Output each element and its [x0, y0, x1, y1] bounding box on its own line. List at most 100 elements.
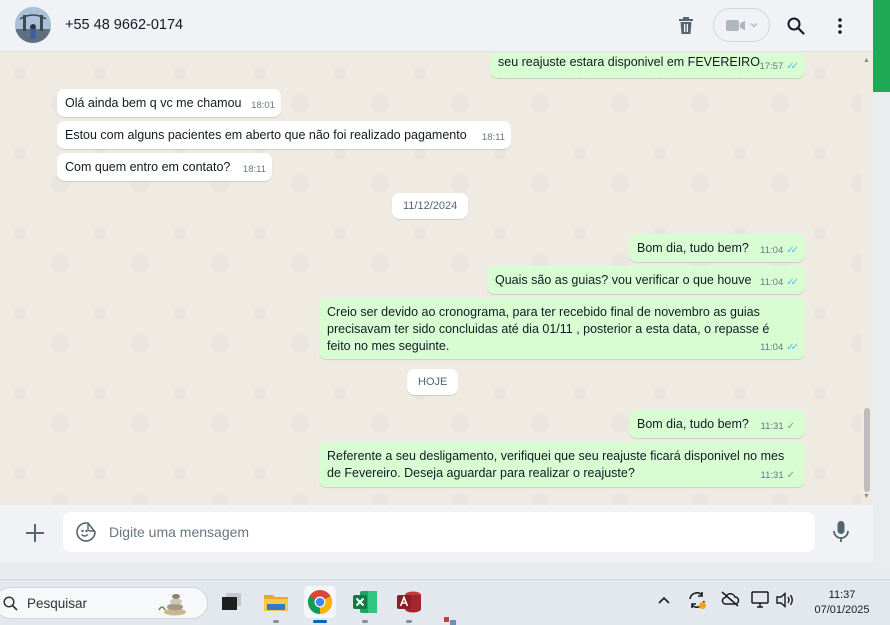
message-input[interactable] [109, 512, 799, 552]
double-check-delivered-icon: ✓ [786, 421, 795, 432]
message-meta: 11:31 ✓ [761, 418, 799, 435]
taskbar-search[interactable]: Pesquisar [0, 587, 208, 619]
video-call-button[interactable] [713, 8, 770, 42]
message-text: Referente a seu desligamento, verifiquei… [327, 449, 785, 480]
taskbar-task-view[interactable] [216, 586, 248, 618]
partial-app-icon [443, 614, 457, 625]
message-outgoing[interactable]: Bom dia, tudo bem? 11:04 ✓✓ [629, 234, 805, 262]
message-text: Bom dia, tudo bem? [637, 417, 749, 431]
chrome-icon [307, 590, 333, 614]
message-time: 17:57 [759, 61, 784, 72]
tray-sync[interactable] [687, 590, 707, 615]
speaker-icon [776, 591, 793, 609]
voice-message-button[interactable] [830, 520, 854, 546]
running-indicator [406, 620, 412, 623]
excel-icon [353, 591, 377, 613]
message-time: 18:11 [481, 132, 505, 143]
video-camera-icon [725, 19, 745, 31]
message-outgoing[interactable]: Bom dia, tudo bem? 11:31 ✓ [629, 410, 805, 438]
taskbar-clock[interactable]: 11:37 07/01/2025 [802, 588, 882, 618]
message-time: 11:04 [760, 342, 784, 353]
taskbar-access[interactable] [393, 586, 425, 623]
message-input-container [63, 512, 815, 552]
task-view-icon [222, 593, 241, 610]
menu-button[interactable] [826, 12, 854, 40]
chevron-up-icon [658, 596, 670, 604]
message-incoming[interactable]: Olá ainda bem q vc me chamou 18:01 [57, 89, 281, 117]
message-text: Com quem entro em contato? [65, 160, 231, 174]
message-meta: 17:57 ✓✓ [759, 58, 799, 75]
search-button[interactable] [782, 12, 810, 40]
scroll-down-arrow-icon[interactable]: ▼ [863, 493, 870, 500]
message-time: 11:31 [760, 470, 784, 481]
background-accent-strip [873, 0, 890, 92]
date-separator: HOJE [407, 369, 459, 395]
scroll-up-arrow-icon[interactable]: ▲ [863, 57, 870, 64]
sync-icon [689, 592, 706, 609]
message-incoming[interactable]: Com quem entro em contato? 18:11 [57, 153, 272, 181]
message-text: Quais são as guias? vou verificar o que … [495, 273, 752, 287]
message-meta: 11:31 ✓ [761, 467, 799, 484]
clock-time: 11:37 [828, 589, 856, 601]
contact-name[interactable]: +55 48 9662-0174 [65, 17, 183, 33]
stones-highlight-icon [158, 594, 186, 616]
tray-onedrive[interactable] [720, 591, 740, 612]
message-meta: 18:01 [251, 97, 275, 114]
message-meta: 11:04 ✓✓ [760, 274, 799, 291]
search-icon [787, 17, 805, 35]
message-text: Estou com alguns pacientes em aberto que… [65, 128, 467, 142]
message-outgoing[interactable]: seu reajuste estara disponivel em FEVERE… [490, 53, 805, 78]
tray-overflow-chevron[interactable] [657, 592, 671, 610]
double-check-read-icon: ✓✓ [786, 61, 799, 72]
access-icon [397, 591, 421, 613]
tray-volume[interactable] [775, 591, 795, 613]
message-meta: 11:04 ✓✓ [760, 242, 799, 259]
message-text: Olá ainda bem q vc me chamou [65, 96, 242, 110]
taskbar-excel[interactable] [349, 586, 381, 623]
contact-avatar[interactable] [15, 7, 51, 43]
sticker-smiley-icon [76, 522, 96, 542]
running-indicator [362, 620, 368, 623]
message-outgoing[interactable]: Creio ser devido ao cronograma, para ter… [319, 298, 805, 359]
scrollbar-thumb[interactable] [864, 408, 870, 492]
message-outgoing[interactable]: Quais são as guias? vou verificar o que … [487, 266, 805, 294]
window-bottom-edge [0, 562, 890, 579]
search-icon [3, 596, 18, 611]
trash-icon [679, 17, 693, 34]
delete-button[interactable] [672, 12, 700, 40]
double-check-read-icon: ✓✓ [786, 245, 799, 256]
message-text: seu reajuste estara disponivel em FEVERE… [498, 55, 760, 69]
running-indicator [273, 620, 279, 623]
folder-icon [264, 595, 288, 611]
message-incoming[interactable]: Estou com alguns pacientes em aberto que… [57, 121, 511, 149]
message-list[interactable]: seu reajuste estara disponivel em FEVERE… [0, 53, 862, 505]
tray-network[interactable] [751, 591, 769, 614]
double-check-read-icon: ✓✓ [786, 342, 799, 353]
chevron-down-icon [750, 23, 757, 28]
active-indicator [313, 620, 327, 623]
taskbar-chrome[interactable] [304, 586, 336, 623]
message-time: 18:01 [251, 100, 275, 111]
message-text: Bom dia, tudo bem? [637, 241, 749, 255]
chat-header: +55 48 9662-0174 [0, 0, 873, 52]
message-meta: 18:11 [482, 129, 505, 146]
message-time: 18:11 [242, 164, 266, 175]
cloud-off-icon [721, 591, 740, 607]
attach-button[interactable] [22, 520, 48, 546]
double-check-read-icon: ✓✓ [786, 277, 799, 288]
taskbar-file-explorer[interactable] [260, 586, 292, 623]
network-icon [751, 591, 769, 608]
message-time: 11:04 [760, 277, 784, 288]
message-time: 11:04 [760, 245, 784, 256]
plus-icon [26, 524, 44, 542]
emoji-button[interactable] [75, 521, 97, 543]
message-meta: 11:04 ✓✓ [760, 339, 799, 356]
message-outgoing[interactable]: Referente a seu desligamento, verifiquei… [319, 442, 805, 487]
date-separator: 11/12/2024 [392, 193, 469, 219]
clock-date: 07/01/2025 [814, 604, 870, 616]
message-time: 11:31 [760, 421, 784, 432]
taskbar-search-label: Pesquisar [27, 596, 88, 611]
message-text: Creio ser devido ao cronograma, para ter… [327, 305, 770, 353]
message-composer [0, 505, 873, 562]
background-side [873, 92, 890, 562]
